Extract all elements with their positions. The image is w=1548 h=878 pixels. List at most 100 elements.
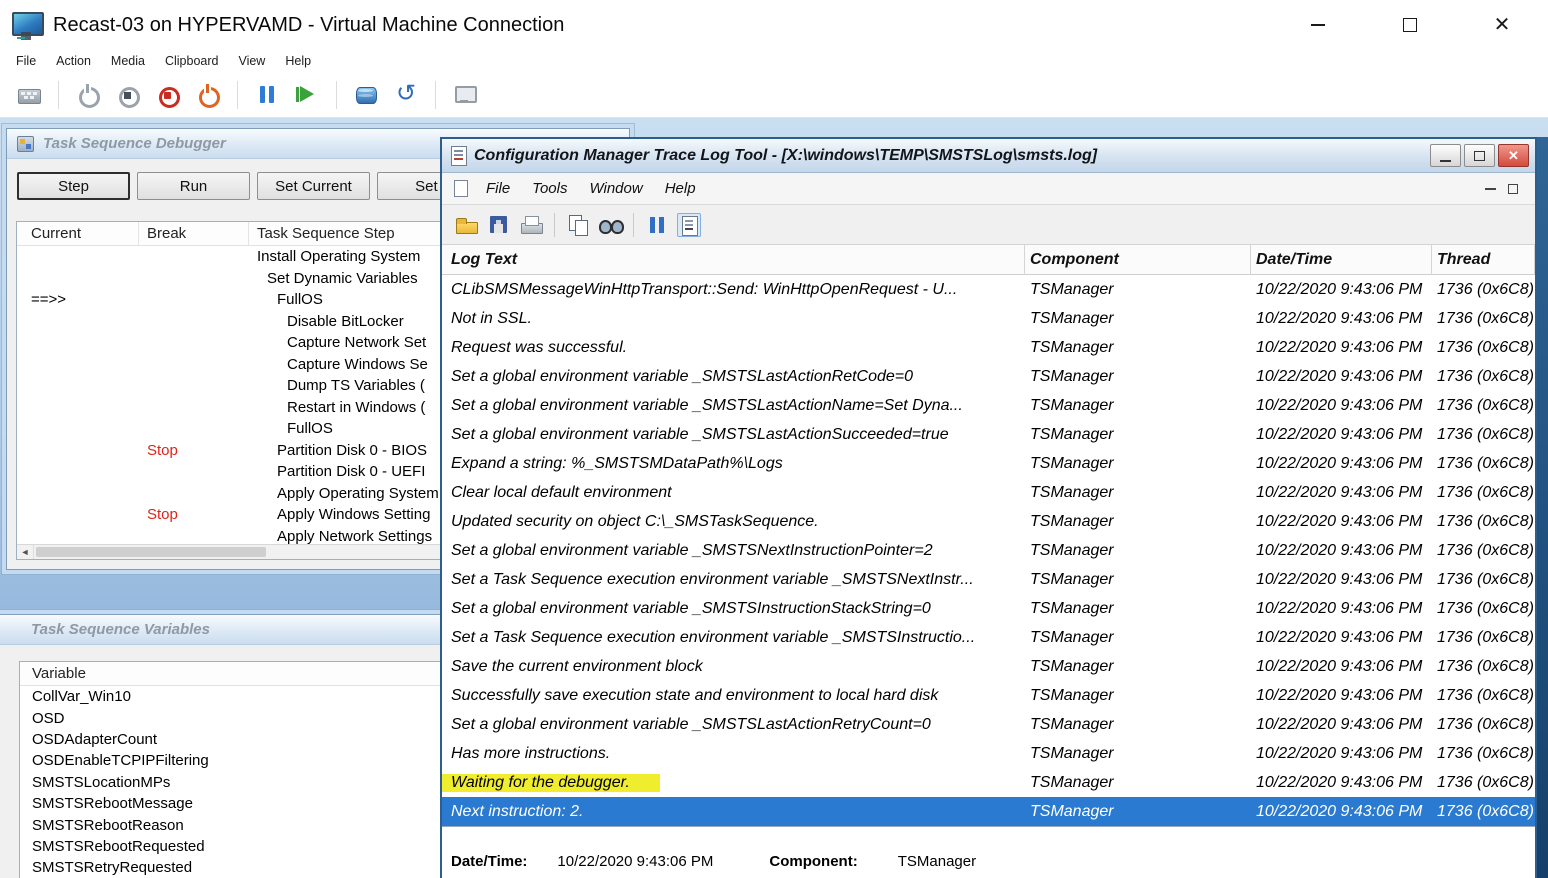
log-datetime-cell: 10/22/2020 9:43:06 PM — [1251, 803, 1432, 821]
log-row[interactable]: Updated security on object C:\_SMSTaskSe… — [442, 507, 1535, 536]
cmtrace-close-button[interactable]: ✕ — [1498, 144, 1529, 167]
log-row[interactable]: Clear local default environmentTSManager… — [442, 478, 1535, 507]
maximize-button[interactable] — [1364, 0, 1456, 50]
log-thread-cell: 1736 (0x6C8) — [1432, 426, 1535, 444]
minimize-button[interactable] — [1272, 0, 1364, 50]
start-icon[interactable] — [75, 82, 101, 108]
scroll-left-arrow-icon[interactable]: ◄ — [17, 545, 34, 559]
cmtrace-menubar: FileToolsWindowHelp — [442, 173, 1535, 205]
save-icon[interactable] — [487, 213, 511, 237]
log-row[interactable]: Successfully save execution state and en… — [442, 681, 1535, 710]
log-component-cell: TSManager — [1025, 716, 1251, 734]
copy-icon[interactable] — [566, 213, 590, 237]
log-row[interactable]: Expand a string: %_SMSTSMDataPath%\LogsT… — [442, 449, 1535, 478]
enhanced-session-icon[interactable] — [452, 82, 478, 108]
log-datetime-cell: 10/22/2020 9:43:06 PM — [1251, 513, 1432, 531]
log-row[interactable]: Set a global environment variable _SMSTS… — [442, 594, 1535, 623]
log-datetime-cell: 10/22/2020 9:43:06 PM — [1251, 687, 1432, 705]
scroll-to-end-icon[interactable] — [677, 213, 701, 237]
debugger-title: Task Sequence Debugger — [43, 135, 226, 152]
run-button[interactable]: Run — [137, 172, 250, 200]
menu-action[interactable]: Action — [46, 54, 101, 68]
ctrl-alt-del-icon[interactable] — [16, 82, 42, 108]
log-thread-cell: 1736 (0x6C8) — [1432, 397, 1535, 415]
cmtrace-app-icon — [451, 146, 467, 166]
find-icon[interactable] — [598, 213, 622, 237]
cmtrace-menu-tools[interactable]: Tools — [521, 180, 578, 197]
cmtrace-menu-help[interactable]: Help — [654, 180, 707, 197]
hyperv-vm-icon — [12, 11, 42, 39]
cmtrace-minimize-button[interactable] — [1430, 144, 1461, 167]
toolbar-separator — [554, 213, 555, 237]
log-text-cell: Waiting for the debugger. — [442, 774, 1025, 792]
menu-help[interactable]: Help — [275, 54, 321, 68]
log-datetime-cell: 10/22/2020 9:43:06 PM — [1251, 774, 1432, 792]
shut-down-icon[interactable] — [155, 82, 181, 108]
log-row[interactable]: Save the current environment blockTSMana… — [442, 652, 1535, 681]
cmtrace-window: Configuration Manager Trace Log Tool - [… — [440, 137, 1537, 878]
log-row[interactable]: Set a global environment variable _SMSTS… — [442, 391, 1535, 420]
log-datetime-cell: 10/22/2020 9:43:06 PM — [1251, 310, 1432, 328]
log-row[interactable]: Set a Task Sequence execution environmen… — [442, 565, 1535, 594]
close-button[interactable]: ✕ — [1456, 0, 1548, 50]
log-component-cell: TSManager — [1025, 310, 1251, 328]
revert-icon[interactable] — [393, 82, 419, 108]
checkpoint-icon[interactable] — [353, 82, 379, 108]
log-row[interactable]: Next instruction: 2.TSManager10/22/2020 … — [442, 797, 1535, 826]
toolbar-separator — [633, 213, 634, 237]
host-window-controls: ✕ — [1272, 0, 1548, 50]
log-component-cell: TSManager — [1025, 687, 1251, 705]
log-row[interactable]: Set a global environment variable _SMSTS… — [442, 362, 1535, 391]
log-row[interactable]: Has more instructions.TSManager10/22/202… — [442, 739, 1535, 768]
log-datetime-cell: 10/22/2020 9:43:06 PM — [1251, 542, 1432, 560]
log-component-cell: TSManager — [1025, 571, 1251, 589]
log-datetime-cell: 10/22/2020 9:43:06 PM — [1251, 600, 1432, 618]
log-row[interactable]: Set a global environment variable _SMSTS… — [442, 536, 1535, 565]
menu-clipboard[interactable]: Clipboard — [155, 54, 229, 68]
vm-desktop-background — [1537, 137, 1548, 878]
log-text-cell: Set a global environment variable _SMSTS… — [442, 368, 1025, 386]
mdi-minimize-icon[interactable] — [1485, 188, 1496, 190]
log-thread-cell: 1736 (0x6C8) — [1432, 310, 1535, 328]
log-row[interactable]: Not in SSL.TSManager10/22/2020 9:43:06 P… — [442, 304, 1535, 333]
log-text-cell: Successfully save execution state and en… — [442, 687, 1025, 705]
cmtrace-titlebar[interactable]: Configuration Manager Trace Log Tool - [… — [442, 139, 1535, 173]
cmtrace-maximize-button[interactable] — [1464, 144, 1495, 167]
log-component-cell: TSManager — [1025, 455, 1251, 473]
step-button[interactable]: Step — [17, 172, 130, 200]
open-icon[interactable] — [455, 213, 479, 237]
log-datetime-cell: 10/22/2020 9:43:06 PM — [1251, 397, 1432, 415]
log-row[interactable]: Set a global environment variable _SMSTS… — [442, 420, 1535, 449]
log-row[interactable]: Request was successful.TSManager10/22/20… — [442, 333, 1535, 362]
print-icon[interactable] — [519, 213, 543, 237]
log-row[interactable]: CLibSMSMessageWinHttpTransport::Send: Wi… — [442, 275, 1535, 304]
log-thread-cell: 1736 (0x6C8) — [1432, 455, 1535, 473]
host-titlebar[interactable]: Recast-03 on HYPERVAMD - Virtual Machine… — [0, 0, 1548, 50]
set-current-button[interactable]: Set Current — [257, 172, 370, 200]
log-text-cell: Set a global environment variable _SMSTS… — [442, 600, 1025, 618]
cmtrace-menu-window[interactable]: Window — [578, 180, 653, 197]
cmtrace-menu-file[interactable]: File — [475, 180, 521, 197]
scrollbar-thumb[interactable] — [36, 547, 266, 557]
log-row[interactable]: Waiting for the debugger.TSManager10/22/… — [442, 768, 1535, 797]
menu-view[interactable]: View — [228, 54, 275, 68]
log-row[interactable]: Set a Task Sequence execution environmen… — [442, 623, 1535, 652]
menu-media[interactable]: Media — [101, 54, 155, 68]
log-datetime-cell: 10/22/2020 9:43:06 PM — [1251, 426, 1432, 444]
save-state-icon[interactable] — [195, 82, 221, 108]
close-icon: ✕ — [1494, 15, 1511, 35]
log-text-cell: Set a Task Sequence execution environmen… — [442, 571, 1025, 589]
detail-component-label: Component: — [769, 853, 857, 870]
toolbar-separator — [237, 81, 238, 109]
pause-icon[interactable] — [645, 213, 669, 237]
menu-file[interactable]: File — [6, 54, 46, 68]
pause-icon[interactable] — [254, 82, 280, 108]
turn-off-icon[interactable] — [115, 82, 141, 108]
column-header-thread: Thread — [1432, 245, 1535, 274]
toolbar-separator — [58, 81, 59, 109]
resume-icon[interactable] — [294, 82, 320, 108]
log-thread-cell: 1736 (0x6C8) — [1432, 339, 1535, 357]
log-row[interactable]: Set a global environment variable _SMSTS… — [442, 710, 1535, 739]
mdi-restore-icon[interactable] — [1508, 184, 1518, 194]
log-component-cell: TSManager — [1025, 600, 1251, 618]
